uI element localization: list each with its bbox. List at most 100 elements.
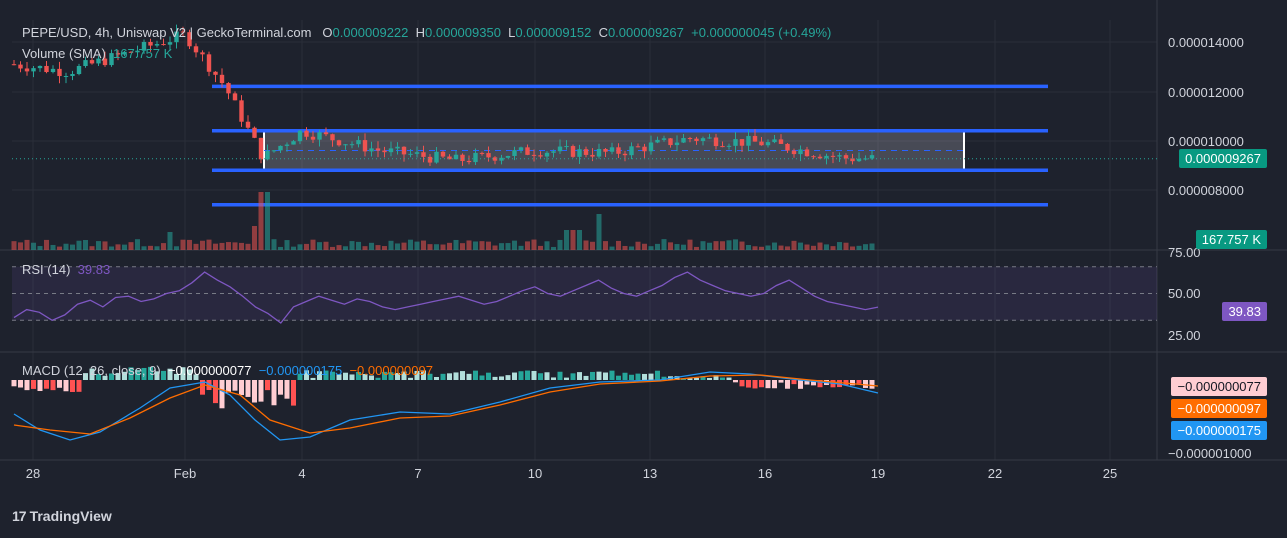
volume-bar [167,232,173,250]
volume-bar [668,242,673,250]
candle-body [590,154,595,157]
macd-histogram-bar [479,375,485,380]
macd-histogram-bar [557,371,563,380]
macd-signal-value: −0.000000097 [349,363,433,378]
rsi-tag: 39.83 [1222,302,1267,321]
candle-body [460,154,465,161]
macd-histogram-bar [512,372,517,380]
candle-body [609,147,615,152]
chart-canvas: 0.0000140000.0000120000.0000100000.00000… [0,0,1287,481]
volume-bar [187,239,192,250]
macd-histogram-bar [609,370,615,380]
volume-bar [89,246,95,250]
candle-body [167,42,173,45]
candle-body [759,141,764,146]
rsi-tick-label: 25.00 [1168,328,1201,343]
candle-body [271,150,277,152]
candle-body [11,64,17,66]
volume-bar [765,245,771,250]
macd-histogram-bar [447,373,452,380]
volume-bar [544,241,550,250]
macd-histogram-bar [460,371,465,380]
candle-body [843,155,849,159]
candle-body [414,152,420,154]
candle-body [817,156,823,159]
volume-bar [323,241,329,250]
candle-body [310,136,316,140]
macd-histogram-bar [590,371,595,380]
macd-histogram-bar [499,376,504,380]
volume-bar [447,242,452,250]
macd-histogram-bar [518,371,524,380]
candle-body [369,148,374,152]
macd-legend[interactable]: MACD (12, 26, close, 9) −0.000000077 −0.… [22,363,433,378]
candle-body [206,54,212,72]
volume-bar [128,242,134,250]
volume-bar [713,241,719,250]
high-value: 0.000009350 [425,25,501,40]
volume-bar [512,240,517,250]
volume-bar [206,239,212,250]
macd-histogram-bar [798,380,803,389]
volume-label: Volume (SMA) [22,46,106,61]
time-axis-label: 13 [643,466,657,481]
candle-body [518,147,524,151]
candle-body [863,158,868,160]
volume-bar [830,246,836,250]
candle-body [635,146,641,148]
candle-body [200,52,205,55]
volume-bar [635,241,641,250]
macd-histogram-bar [622,372,628,380]
macd-signal-tag: −0.000000097 [1171,399,1267,418]
macd-histogram-bar [466,373,472,380]
macd-histogram-bar [752,380,758,389]
volume-value: 167.757 K [113,46,173,61]
tradingview-watermark[interactable]: 17 TradingView [12,508,112,524]
macd-histogram-bar [583,375,589,380]
macd-histogram-bar [707,377,712,380]
volume-bar [414,241,420,250]
candle-body [440,151,446,157]
volume-bar [837,242,842,250]
candle-body [707,137,712,139]
macd-histogram-bar [258,380,264,402]
rsi-legend[interactable]: RSI (14) 39.83 [22,262,110,277]
volume-bar [343,246,348,250]
rsi-value: 39.83 [77,262,111,277]
close-label: C [598,25,608,40]
volume-bar [785,246,790,250]
candle-body [297,130,303,142]
volume-bar [18,242,23,250]
price-tick-label: 0.000008000 [1168,183,1244,198]
volume-bar [239,242,244,250]
time-axis-label: 25 [1103,466,1117,481]
volume-bar [798,242,803,250]
volume-bar [174,246,179,250]
symbol-title[interactable]: PEPE/USD, 4h, Uniswap V2 | GeckoTerminal… [22,25,312,40]
macd-histogram-bar [11,380,17,387]
open-label: O [322,25,333,40]
macd-histogram-bar [869,380,875,389]
macd-histogram-bar [408,377,413,380]
macd-histogram-bar [733,380,738,383]
candle-body [830,155,836,157]
candle-body [434,151,439,163]
macd-histogram-bar [863,380,868,388]
volume-bar [811,245,816,250]
open-value: 0.000009222 [332,25,409,40]
volume-bar [752,246,758,250]
macd-histogram-bar [271,380,277,406]
macd-histogram-bar [252,380,257,403]
volume-bar [486,241,491,250]
macd-histogram-bar [791,380,797,385]
volume-bar [824,244,829,250]
macd-histogram-bar [434,376,439,380]
macd-histogram-bar [284,380,290,399]
volume-legend[interactable]: Volume (SMA) 167.757 K [22,46,172,61]
volume-bar [538,245,543,250]
volume-bar [525,241,530,250]
volume-bar [720,241,725,250]
time-axis-label: 28 [26,466,40,481]
volume-bar [863,244,868,250]
volume-bar [570,230,576,250]
